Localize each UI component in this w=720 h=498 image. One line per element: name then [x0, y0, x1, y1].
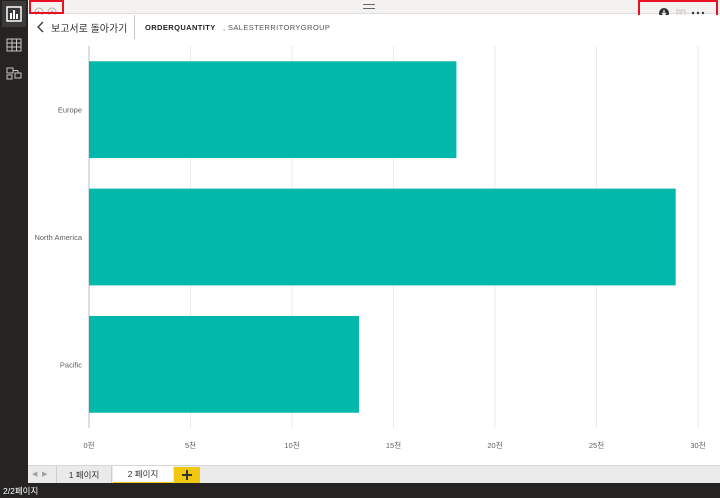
status-bar: 2/2페이지 [0, 483, 720, 498]
report-view-icon[interactable] [2, 1, 26, 27]
data-view-icon[interactable] [6, 37, 22, 53]
x-tick-label: 30천 [690, 440, 705, 450]
bar-chart-svg: Europe North America Pacific 0천 5천 10천 15천 20천 2… [34, 46, 706, 450]
back-to-report-button[interactable]: 보고서로 돌아가기 [37, 19, 127, 35]
plus-icon [182, 470, 192, 480]
x-tick-label: 20천 [487, 440, 502, 450]
tab-page-1[interactable]: 1 페이지 [56, 466, 112, 484]
visual-header: 보고서로 돌아가기 ORDERQUANTITY , SALESTERRITORY… [28, 15, 720, 39]
x-tick-label: 10천 [284, 440, 299, 450]
view-rail [0, 0, 28, 483]
bar-north-america [89, 188, 676, 286]
bar-chart: Europe North America Pacific 0천 5천 10천 15천 20천 2… [28, 40, 720, 465]
bar-pacific [89, 315, 359, 413]
relationships-view-icon[interactable] [6, 65, 22, 81]
header-divider [134, 15, 135, 39]
drag-handle-icon[interactable] [363, 4, 375, 9]
axis-field-name: , SALESTERRITORYGROUP [223, 23, 331, 32]
highlight-box-left [29, 0, 64, 14]
back-to-report-label: 보고서로 돌아가기 [51, 23, 128, 35]
tab-page-2[interactable]: 2 페이지 [113, 466, 173, 484]
category-label: Pacific [60, 360, 82, 369]
bar-europe [89, 61, 457, 159]
category-label: Europe [58, 106, 82, 115]
x-tick-label: 25천 [589, 440, 604, 450]
x-tick-label: 5천 [185, 440, 196, 450]
x-tick-label: 15천 [386, 440, 401, 450]
next-page-arrow-icon[interactable]: ▶ [42, 470, 47, 478]
page-indicator: 2/2페이지 [3, 486, 39, 496]
page-tabs-bar: ◀ ▶ 1 페이지 2 페이지 [28, 465, 720, 484]
category-label: North America [34, 233, 82, 242]
chevron-left-icon [37, 21, 44, 33]
x-tick-label: 0천 [83, 440, 94, 450]
add-page-button[interactable] [174, 467, 200, 483]
value-field-name: ORDERQUANTITY [145, 23, 216, 32]
prev-page-arrow-icon[interactable]: ◀ [32, 470, 37, 478]
